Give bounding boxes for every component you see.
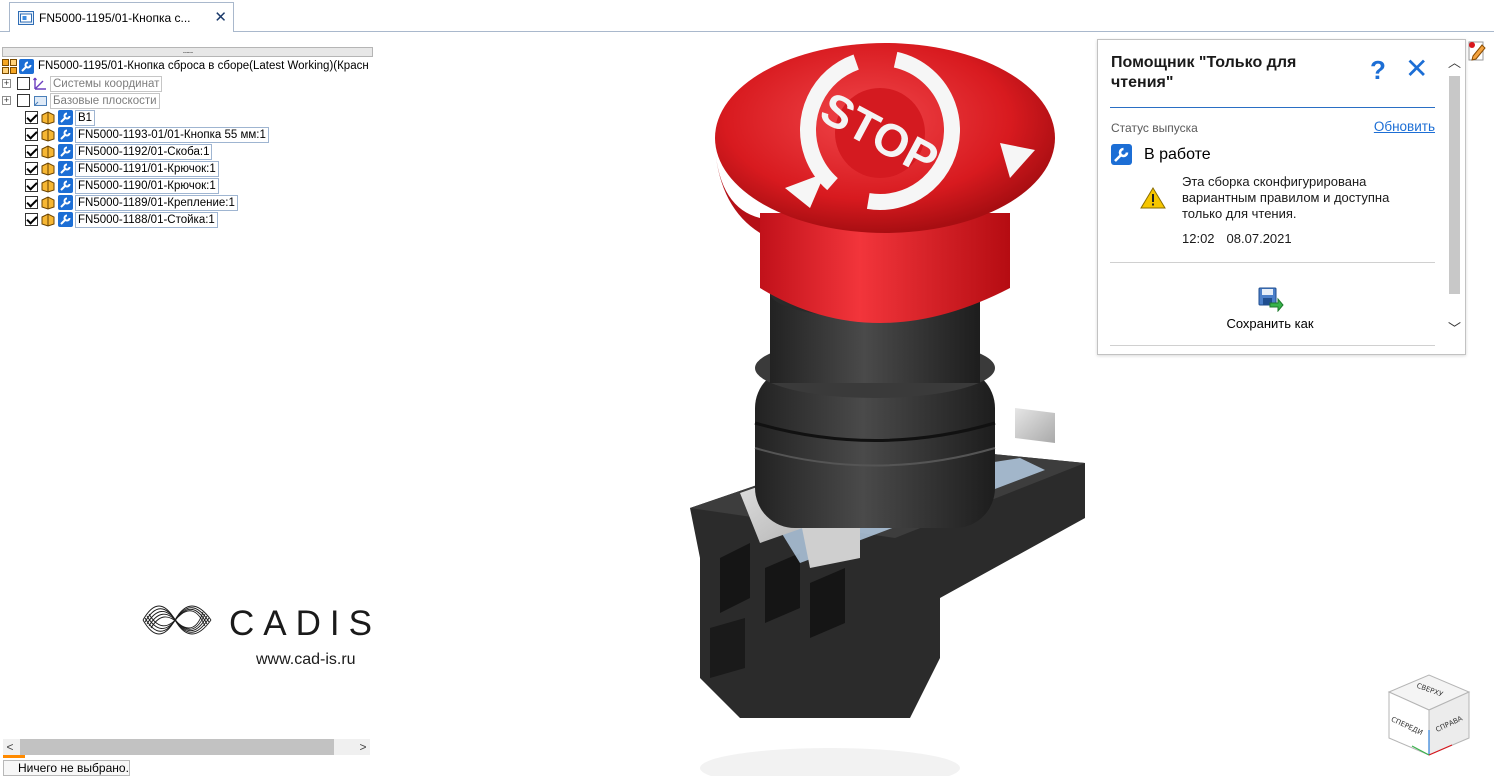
tree-horizontal-scrollbar[interactable]: < > [3, 739, 370, 755]
tree-item-hook-1191[interactable]: FN5000-1191/01-Крючок:1 [2, 160, 374, 177]
tree-item-mount[interactable]: FN5000-1189/01-Крепление:1 [2, 194, 374, 211]
part-icon [41, 128, 55, 142]
view-cube[interactable]: СВЕРХУ СПЕРЕДИ СПРАВА [1384, 670, 1474, 760]
tree-item-label: FN5000-1188/01-Стойка:1 [75, 211, 218, 228]
release-status-label: Статус выпуска [1111, 121, 1198, 135]
release-state: В работе [1111, 144, 1211, 165]
chevron-up-icon[interactable]: ︿ [1445, 55, 1464, 71]
visibility-checkbox[interactable] [25, 145, 38, 158]
refresh-link[interactable]: Обновить [1374, 119, 1435, 134]
part-icon [41, 145, 55, 159]
visibility-checkbox[interactable] [17, 77, 30, 90]
stop-cap: STOP [715, 43, 1055, 323]
document-tab-label: FN5000-1195/01-Кнопка с... [39, 10, 191, 25]
visibility-checkbox[interactable] [25, 179, 38, 192]
tree-item-button-55mm[interactable]: FN5000-1193-01/01-Кнопка 55 мм:1 [2, 126, 374, 143]
divider [1110, 107, 1435, 108]
progress-indicator [3, 755, 25, 758]
close-icon[interactable]: ✕ [214, 10, 227, 25]
visibility-checkbox[interactable] [25, 196, 38, 209]
warning-icon [1140, 187, 1166, 209]
tree-item-label: B1 [75, 109, 96, 126]
tree-item-bracket[interactable]: FN5000-1192/01-Скоба:1 [2, 143, 374, 160]
help-icon[interactable]: ? [1370, 57, 1386, 83]
scroll-thumb[interactable] [20, 739, 334, 755]
app-window: FN5000-1195/01-Кнопка с... ✕ ........ FN… [0, 0, 1494, 776]
tree-root[interactable]: FN5000-1195/01-Кнопка сброса в сборе(Lat… [2, 58, 374, 75]
visibility-checkbox[interactable] [25, 111, 38, 124]
coordinate-system-icon [33, 77, 46, 90]
edit-pencil-icon[interactable] [1467, 39, 1487, 63]
expand-icon[interactable]: + [2, 79, 11, 88]
part-icon [41, 196, 55, 210]
read-only-assistant-panel: Помощник "Только для чтения" ? ✕ Статус … [1097, 39, 1466, 355]
release-state-text: В работе [1144, 145, 1211, 163]
cadis-logo: CADIS www.cad-is.ru [139, 590, 379, 670]
tree-item-label: FN5000-1189/01-Крепление:1 [75, 194, 238, 211]
wrench-status-icon [58, 161, 73, 176]
tree-item-coordinate-systems[interactable]: + Системы координат [2, 75, 374, 92]
assembly-document-icon [18, 10, 34, 25]
tree-item-label: FN5000-1193-01/01-Кнопка 55 мм:1 [75, 126, 269, 143]
tree-item-hook-1190[interactable]: FN5000-1190/01-Крючок:1 [2, 177, 374, 194]
status-timestamp: 12:02 08.07.2021 [1182, 231, 1292, 246]
assistant-vertical-scrollbar[interactable]: ︿ ﹀ [1445, 50, 1464, 344]
logo-brand-text: CADIS [229, 604, 381, 643]
tree-item-label: Базовые плоскости [50, 92, 160, 109]
visibility-checkbox[interactable] [25, 128, 38, 141]
tree-item-label: FN5000-1190/01-Крючок:1 [75, 177, 219, 194]
visibility-checkbox[interactable] [25, 213, 38, 226]
tree-item-reference-planes[interactable]: + Базовые плоскости [2, 92, 374, 109]
scroll-left-icon[interactable]: < [3, 739, 17, 755]
wrench-status-icon [1111, 144, 1132, 165]
part-icon [41, 162, 55, 176]
wrench-status-icon [58, 195, 73, 210]
wrench-status-icon [58, 127, 73, 142]
expand-icon[interactable]: + [2, 96, 11, 105]
visibility-checkbox[interactable] [17, 94, 30, 107]
chevron-down-icon[interactable]: ﹀ [1445, 321, 1464, 337]
tree-item-stand[interactable]: FN5000-1188/01-Стойка:1 [2, 211, 374, 228]
wrench-status-icon [19, 59, 34, 74]
read-only-message: Эта сборка сконфигурирована вариантным п… [1182, 174, 1390, 221]
wrench-status-icon [58, 212, 73, 227]
document-tab-bar: FN5000-1195/01-Кнопка с... ✕ [0, 0, 1494, 32]
divider [1110, 345, 1435, 346]
tree-item-b1[interactable]: B1 [2, 109, 374, 126]
tree-item-label: FN5000-1191/01-Крючок:1 [75, 160, 219, 177]
assistant-title: Помощник "Только для чтения" [1111, 54, 1297, 91]
part-icon [41, 111, 55, 125]
tree-panel-resize-handle[interactable]: ........ [2, 47, 373, 57]
save-as-button[interactable]: Сохранить как [1205, 286, 1335, 331]
logo-url-text: www.cad-is.ru [256, 651, 356, 668]
status-time: 12:02 [1182, 231, 1215, 246]
tree-item-label: FN5000-1192/01-Скоба:1 [75, 143, 213, 160]
tree-root-label: FN5000-1195/01-Кнопка сброса в сборе(Lat… [36, 58, 371, 75]
document-tab[interactable]: FN5000-1195/01-Кнопка с... ✕ [9, 2, 234, 32]
cadis-logo-mark-icon [142, 605, 212, 635]
save-as-icon [1258, 287, 1284, 312]
status-bar: Ничего не выбрано. [3, 760, 130, 776]
wrench-status-icon [58, 178, 73, 193]
tree-item-label: Системы координат [50, 75, 163, 92]
close-icon[interactable]: ✕ [1405, 55, 1428, 83]
part-icon [41, 179, 55, 193]
wrench-status-icon [58, 144, 73, 159]
status-date: 08.07.2021 [1226, 231, 1292, 246]
reference-plane-icon [34, 96, 47, 106]
3d-model-viewport[interactable]: STOP [660, 38, 1120, 776]
scroll-right-icon[interactable]: > [356, 739, 370, 755]
scroll-thumb[interactable] [1449, 76, 1460, 294]
assembly-icon [2, 59, 17, 74]
divider [1110, 262, 1435, 263]
wrench-status-icon [58, 110, 73, 125]
part-icon [41, 213, 55, 227]
assembly-tree: FN5000-1195/01-Кнопка сброса в сборе(Lat… [2, 58, 374, 228]
save-as-label: Сохранить как [1226, 316, 1314, 331]
visibility-checkbox[interactable] [25, 162, 38, 175]
